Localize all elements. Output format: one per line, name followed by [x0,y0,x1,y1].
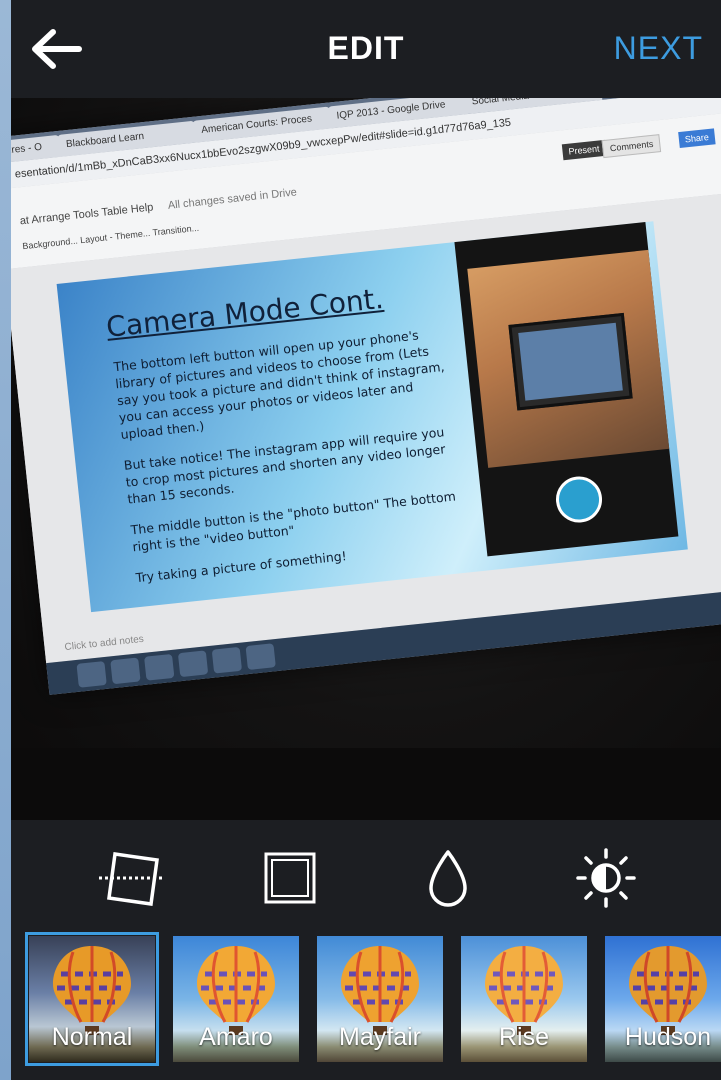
filter-amaro[interactable]: Amaro [173,936,299,1062]
dark-desk [11,748,721,820]
shutter-icon [553,474,605,525]
camera-viewfinder-image [467,249,670,468]
filter-label: Normal [51,1023,133,1051]
left-edge-strip [0,0,11,1080]
taskbar-icon [211,646,243,674]
slide: Camera Mode Cont. The bottom left button… [56,221,688,613]
photo-preview: ndres - O Blackboard Learn American Cour… [11,98,721,820]
taskbar-icon [245,643,276,671]
share-label: Share [678,128,716,149]
filter-rise[interactable]: Rise [461,936,587,1062]
taskbar-icon [76,661,107,688]
menu-text: at Arrange Tools Table Help All changes … [19,186,297,227]
filter-normal[interactable]: Normal [25,932,159,1066]
saved-status: All changes saved in Drive [167,186,298,212]
filter-label: Rise [498,1023,549,1051]
drop-icon [429,850,467,907]
edit-tools-bar [11,820,721,932]
filter-label: Mayfair [339,1023,421,1051]
taskbar-icon [177,650,209,678]
border-tool-button[interactable] [255,848,325,908]
filter-label: Hudson [624,1023,712,1051]
straighten-tool-button[interactable] [97,848,167,908]
slides-toolbar: Background... Layout - Theme... Transiti… [21,222,200,252]
filter-strip: Normal Amaro Mayfair Rise Hudson [11,932,721,1080]
filter-hudson[interactable]: Hudson [605,936,721,1062]
vignette-tool-button[interactable] [413,848,483,908]
camera-screenshot [454,222,679,557]
menu-items: at Arrange Tools Table Help [19,201,154,228]
brightness-icon [576,848,636,908]
comments-label: Comments [602,134,662,159]
slide-canvas: Camera Mode Cont. The bottom left button… [11,189,721,664]
brightness-tool-button[interactable] [571,848,641,908]
filter-label: Amaro [199,1023,273,1051]
taskbar-icon [144,653,175,681]
top-bar: EDIT NEXT [11,0,721,98]
next-button[interactable]: NEXT [614,30,703,67]
filter-mayfair[interactable]: Mayfair [317,936,443,1062]
straighten-icon [99,852,165,906]
slide-paragraph: The bottom left button will open up your… [112,327,446,443]
laptop-image [508,312,633,411]
taskbar-icon [110,657,141,685]
notes-placeholder: Click to add notes [64,633,145,654]
border-frame-icon [264,852,316,904]
slide-body: The bottom left button will open up your… [113,324,467,600]
monitor-screen: ndres - O Blackboard Learn American Cour… [11,98,721,695]
present-label: Present [561,139,607,161]
